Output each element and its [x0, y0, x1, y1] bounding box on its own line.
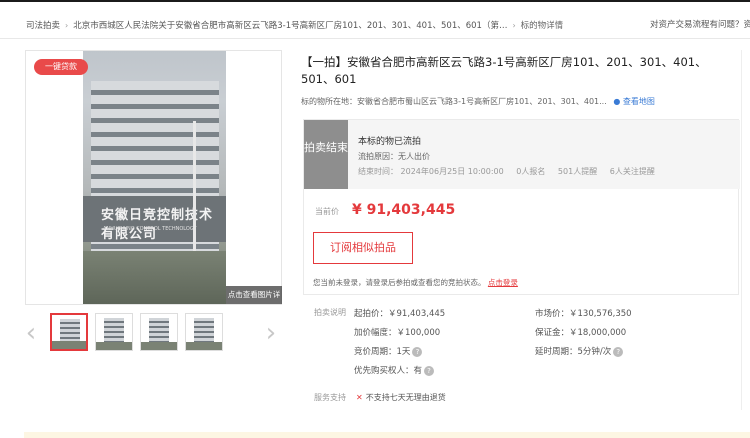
chevron-right-icon[interactable]: › — [264, 318, 278, 348]
view-map-link[interactable]: 查看地图 — [623, 97, 655, 106]
auction-info-label: 拍卖说明 — [314, 308, 346, 317]
building-sign: 安徽日竞控制技术有限公司 ANHUIRIJING CONTROL TECHNOL… — [83, 196, 226, 242]
status-title: 本标的物已流拍 — [358, 137, 422, 147]
deposit: 保证金：￥18,000,000 — [535, 328, 627, 338]
thumbnail-strip — [50, 313, 260, 353]
current-price: ¥ 91,403,445 — [352, 202, 456, 218]
auction-panel: 拍卖结束 本标的物已流拍 流拍原因：无人出价 结束时间： 2024年06月25日… — [303, 119, 740, 295]
bid-period: 竞价周期：1天? — [354, 345, 423, 357]
applicants-count: 0人报名 — [516, 167, 546, 176]
service-item: 不支持七天无理由退货 — [365, 393, 446, 402]
side-divider — [741, 50, 742, 410]
status-meta: 结束时间： 2024年06月25日 10:00:00 0人报名 501人提醒 6… — [358, 166, 665, 177]
service-support: 服务支持 ✕ 不支持七天无理由退货 — [314, 392, 446, 403]
thumbnail-4[interactable] — [185, 313, 223, 351]
notice-bar — [24, 432, 750, 438]
item-title: 【一拍】安徽省合肥市高新区云飞路3-1号高新区厂房101、201、301、401… — [301, 55, 707, 86]
priority-buyer: 优先购买权人：有? — [354, 364, 435, 376]
status-reason: 流拍原因：无人出价 — [358, 152, 430, 161]
breadcrumb-item-court-notice[interactable]: 北京市西城区人民法院关于安徽省合肥市高新区云飞路3-1号高新区厂房101、201… — [73, 19, 507, 31]
top-bar — [0, 0, 750, 2]
chevron-left-icon[interactable]: ‹ — [24, 318, 38, 348]
close-icon: ✕ — [356, 393, 363, 402]
increment: 加价幅度：￥100,000 — [354, 328, 441, 338]
location-value: 安徽省合肥市蜀山区云飞路3-1号高新区厂房101、201、301、401... — [357, 97, 607, 106]
loan-badge[interactable]: 一键贷款 — [34, 59, 88, 75]
thumbnail-1[interactable] — [50, 313, 88, 351]
service-label: 服务支持 — [314, 393, 346, 402]
delay-period: 延时周期：5分钟/次? — [535, 345, 624, 357]
question-icon[interactable]: ? — [412, 346, 423, 357]
question-icon[interactable]: ? — [613, 346, 624, 357]
thumbnail-3[interactable] — [140, 313, 178, 351]
thumbnail-2[interactable] — [95, 313, 133, 351]
login-tip: 您当前未登录，请登录后参拍或查看您的竞拍状态。 点击登录 — [313, 278, 518, 287]
status-tag: 拍卖结束 — [304, 120, 348, 189]
view-image-detail-button[interactable]: 点击查看图片详情 — [226, 286, 282, 317]
end-time: 结束时间： 2024年06月25日 10:00:00 — [358, 167, 504, 176]
question-icon[interactable]: ? — [424, 365, 435, 376]
breadcrumb-item-current: 标的物详情 — [520, 21, 564, 31]
location-label: 标的物所在地： — [301, 97, 357, 106]
map-pin-icon: ● — [613, 97, 621, 106]
header-divider — [0, 38, 750, 39]
status-box: 拍卖结束 本标的物已流拍 流拍原因：无人出价 结束时间： 2024年06月25日… — [304, 120, 740, 189]
chevron-right-icon: › — [65, 20, 69, 30]
followers-count: 6人关注提醒 — [609, 167, 655, 176]
reminders-count: 501人提醒 — [557, 167, 598, 176]
main-photo[interactable]: 安徽日竞控制技术有限公司 ANHUIRIJING CONTROL TECHNOL… — [83, 51, 226, 304]
login-link[interactable]: 点击登录 — [488, 278, 518, 287]
breadcrumb-item-judicial-auction[interactable]: 司法拍卖 — [26, 19, 60, 31]
breadcrumb: 司法拍卖 › 北京市西城区人民法院关于安徽省合肥市高新区云飞路3-1号高新区厂房… — [26, 17, 750, 33]
item-location: 标的物所在地：安徽省合肥市蜀山区云飞路3-1号高新区厂房101、201、301、… — [301, 96, 741, 107]
price-label: 当前价 — [315, 207, 339, 216]
market-price: 市场价：￥130,576,350 — [535, 309, 632, 319]
chevron-right-icon: › — [512, 20, 516, 30]
start-price: 起拍价：￥91,403,445 — [354, 309, 446, 319]
help-link[interactable]: 对资产交易流程有问题？资产交 — [650, 17, 750, 33]
subscribe-similar-button[interactable]: 订阅相似拍品 — [313, 232, 413, 264]
main-image-viewer[interactable]: 安徽日竞控制技术有限公司 ANHUIRIJING CONTROL TECHNOL… — [25, 50, 282, 317]
